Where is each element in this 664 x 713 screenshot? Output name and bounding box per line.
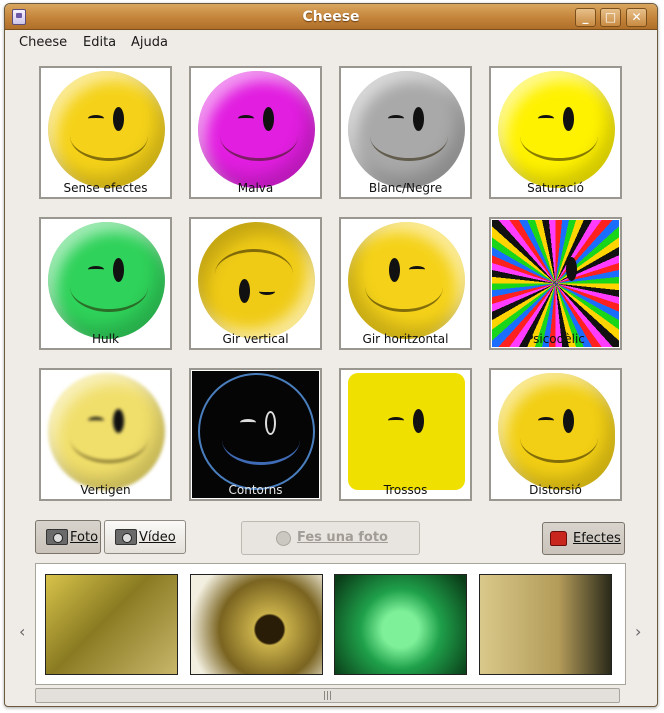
effect-tile[interactable]: Trossos <box>339 368 472 501</box>
smiley-icon <box>498 71 615 188</box>
maximize-icon[interactable]: □ <box>600 8 621 27</box>
effects-icon <box>550 531 567 546</box>
close-icon[interactable]: ✕ <box>626 8 647 27</box>
effect-tile[interactable]: Malva <box>189 66 322 199</box>
effect-tile[interactable]: Psicodèlic <box>489 217 622 350</box>
effect-tile[interactable]: Contorns <box>189 368 322 501</box>
gallery-thumbnail[interactable] <box>45 574 178 675</box>
effect-label: Gir vertical <box>222 332 289 346</box>
smiley-icon <box>48 71 165 188</box>
effect-label: Distorsió <box>529 483 582 497</box>
effect-tile[interactable]: Gir vertical <box>189 217 322 350</box>
psychedelic-eye-icon <box>566 257 577 281</box>
effects-button[interactable]: Efectes <box>542 522 625 555</box>
smiley-icon <box>198 71 315 188</box>
effect-label: Gir horitzontal <box>362 332 449 346</box>
smiley-icon <box>198 373 315 490</box>
effect-label: Psicodèlic <box>526 332 585 346</box>
effect-label: Contorns <box>228 483 283 497</box>
smiley-icon <box>498 373 615 490</box>
horizontal-scrollbar[interactable] <box>35 688 620 703</box>
effect-label: Malva <box>237 181 274 195</box>
menu-edita[interactable]: Edita <box>83 35 116 50</box>
effect-label: Blanc/Negre <box>368 181 443 195</box>
effect-label: Vertigen <box>80 483 131 497</box>
video-camera-icon <box>115 529 137 545</box>
scrollbar-grip[interactable] <box>324 691 333 700</box>
menu-bar: Cheese Edita Ajuda <box>5 31 657 55</box>
smiley-icon <box>348 373 465 490</box>
effect-tile[interactable]: Vertigen <box>39 368 172 501</box>
window-title: Cheese <box>302 9 360 25</box>
effect-label: Saturació <box>527 181 584 195</box>
effect-tile[interactable]: Saturació <box>489 66 622 199</box>
photo-gallery <box>35 563 626 685</box>
gallery-thumbnail[interactable] <box>334 574 467 675</box>
scroll-right-icon[interactable]: › <box>635 622 641 641</box>
effect-tile[interactable]: Blanc/Negre <box>339 66 472 199</box>
minimize-icon[interactable]: _ <box>575 8 596 27</box>
effect-label: Hulk <box>92 332 119 346</box>
effect-label: Sense efectes <box>63 181 148 195</box>
effect-tile[interactable]: Hulk <box>39 217 172 350</box>
cheese-window: Cheese _ □ ✕ Cheese Edita Ajuda Sense ef… <box>4 3 658 707</box>
effect-tile[interactable]: Gir horitzontal <box>339 217 472 350</box>
take-photo-button[interactable]: Fes una foto <box>241 521 420 555</box>
smiley-icon <box>48 373 165 490</box>
smiley-icon <box>198 222 315 339</box>
effects-label: Efectes <box>573 531 621 546</box>
photo-mode-button[interactable]: Foto <box>35 520 101 554</box>
effects-grid: Sense efectes Malva Blanc/Negre Saturaci… <box>9 56 653 512</box>
gallery-thumbnail[interactable] <box>479 574 612 675</box>
smiley-icon <box>348 222 465 339</box>
effect-label: Trossos <box>383 483 428 497</box>
gallery-thumbnail[interactable] <box>190 574 323 675</box>
video-mode-button[interactable]: Vídeo <box>104 520 186 554</box>
effect-tile[interactable]: Distorsió <box>489 368 622 501</box>
shutter-icon <box>276 531 291 546</box>
menu-cheese[interactable]: Cheese <box>19 35 67 50</box>
smiley-icon <box>348 71 465 188</box>
video-mode-label: Vídeo <box>139 530 176 545</box>
scroll-left-icon[interactable]: ‹ <box>19 622 25 641</box>
effect-tile[interactable]: Sense efectes <box>39 66 172 199</box>
smiley-icon <box>48 222 165 339</box>
camera-icon <box>46 529 68 545</box>
photo-mode-label: Foto <box>70 530 99 545</box>
title-bar[interactable]: Cheese _ □ ✕ <box>5 4 657 30</box>
take-photo-label: Fes una foto <box>297 530 388 545</box>
menu-ajuda[interactable]: Ajuda <box>131 35 168 50</box>
